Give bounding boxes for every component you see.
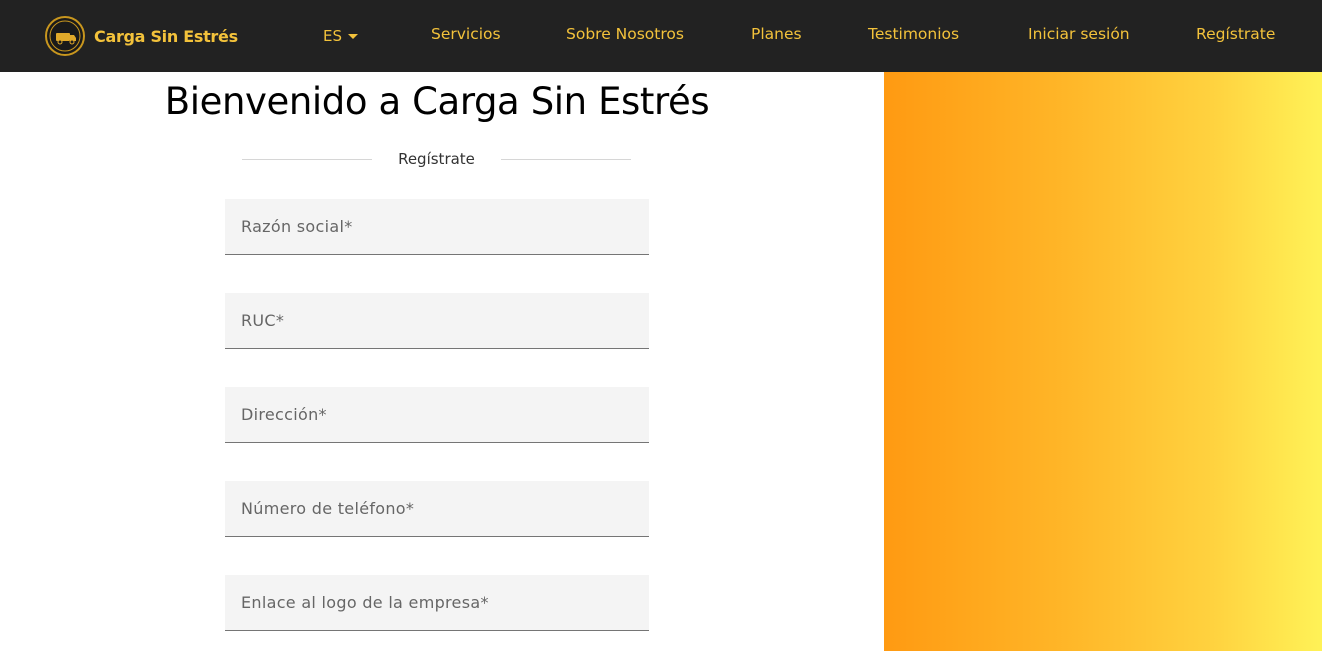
ruc-input[interactable] bbox=[225, 293, 649, 349]
language-selector[interactable]: ES bbox=[323, 24, 358, 48]
brand-home-link[interactable]: Carga Sin Estrés bbox=[45, 16, 238, 56]
nav-link-sobre-nosotros[interactable]: Sobre Nosotros bbox=[566, 22, 684, 46]
navbar: Carga Sin Estrés ES Servicios Sobre Noso… bbox=[0, 0, 1322, 72]
direccion-input[interactable] bbox=[225, 387, 649, 443]
divider-line-left bbox=[242, 158, 372, 160]
nav-link-registrate[interactable]: Regístrate bbox=[1196, 22, 1275, 46]
nav-link-planes[interactable]: Planes bbox=[751, 22, 802, 46]
registration-panel: Bienvenido a Carga Sin Estrés Regístrate bbox=[0, 72, 884, 651]
brand-name: Carga Sin Estrés bbox=[94, 26, 238, 46]
divider-line-right bbox=[501, 158, 631, 160]
page-title: Bienvenido a Carga Sin Estrés bbox=[164, 80, 710, 123]
nav-link-testimonios[interactable]: Testimonios bbox=[868, 22, 959, 46]
truck-badge-icon bbox=[45, 16, 85, 56]
logo-url-input[interactable] bbox=[225, 575, 649, 631]
nav-link-servicios[interactable]: Servicios bbox=[431, 22, 501, 46]
nav-link-iniciar-sesion[interactable]: Iniciar sesión bbox=[1028, 22, 1130, 46]
section-divider: Regístrate bbox=[242, 148, 631, 170]
razon-social-input[interactable] bbox=[225, 199, 649, 255]
telefono-input[interactable] bbox=[225, 481, 649, 537]
gradient-side-panel bbox=[884, 72, 1322, 651]
caret-down-icon bbox=[348, 33, 358, 39]
language-label: ES bbox=[323, 27, 342, 45]
section-label: Regístrate bbox=[398, 150, 475, 168]
